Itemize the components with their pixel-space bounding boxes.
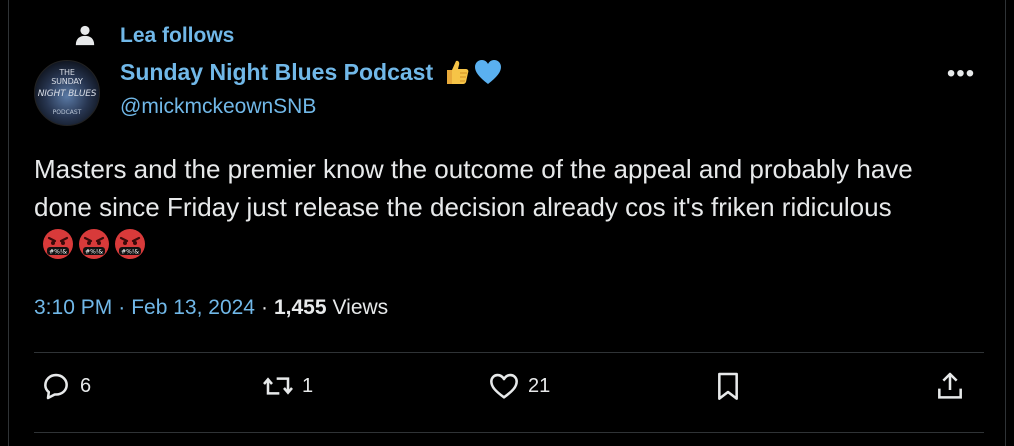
tweet-body: Masters and the premier know the outcome… — [34, 150, 974, 264]
svg-text:#%!&: #%!& — [49, 249, 67, 256]
retweet-icon — [263, 377, 293, 395]
more-icon: ••• — [946, 60, 976, 87]
retweet-count: 1 — [302, 374, 314, 397]
views-label: Views — [332, 296, 389, 319]
author-handle[interactable]: @mickmckeownSNB — [120, 95, 316, 119]
retweet-button[interactable]: 1 — [262, 370, 313, 402]
author-name[interactable]: Sunday Night Blues Podcast — [120, 59, 433, 86]
bookmark-icon — [718, 372, 738, 400]
divider — [34, 352, 984, 353]
name-badges — [441, 58, 503, 86]
tweet-date[interactable]: Feb 13, 2024 — [131, 296, 255, 320]
avatar-text: SUNDAY — [51, 77, 83, 86]
divider — [34, 432, 984, 433]
tweet-text: Masters and the premier know the outcome… — [34, 154, 913, 222]
tweet-meta: 3:10 PM · Feb 13, 2024 · 1,455 Views — [34, 296, 388, 320]
action-bar: 6 1 21 — [0, 370, 1014, 414]
bookmark-button[interactable] — [712, 370, 744, 402]
svg-text:#%!&: #%!& — [121, 249, 139, 256]
author-name-row[interactable]: Sunday Night Blues Podcast — [120, 58, 503, 86]
meta-separator: · — [118, 296, 126, 319]
views-count: 1,455 — [273, 296, 327, 319]
reply-button[interactable]: 6 — [40, 370, 91, 402]
blue-heart-icon — [475, 60, 502, 84]
avatar[interactable]: THE SUNDAY NIGHT BLUES PODCAST — [34, 60, 100, 126]
share-button[interactable] — [934, 370, 966, 402]
meta-separator: · — [260, 296, 268, 319]
heart-icon — [490, 373, 518, 399]
emoji-group: #%!& #%!& #%!& — [42, 228, 146, 260]
reply-icon — [44, 373, 68, 400]
like-button[interactable]: 21 — [488, 370, 550, 402]
share-icon — [938, 372, 962, 399]
social-context-label[interactable]: Lea follows — [120, 24, 234, 48]
person-icon — [75, 25, 95, 46]
avatar-text: THE — [59, 68, 75, 77]
tweet-time[interactable]: 3:10 PM — [34, 296, 112, 320]
cursing-face-icon: #%!& — [115, 229, 145, 259]
svg-text:#%!&: #%!& — [85, 249, 103, 256]
more-options-button[interactable]: ••• — [946, 60, 976, 88]
cursing-face-icon: #%!& — [43, 229, 73, 259]
avatar-text: NIGHT BLUES — [37, 89, 97, 99]
like-count: 21 — [528, 374, 551, 397]
avatar-text: PODCAST — [52, 109, 82, 116]
thumbs-up-icon — [447, 60, 469, 84]
reply-count: 6 — [80, 374, 92, 397]
cursing-face-icon: #%!& — [79, 229, 109, 259]
